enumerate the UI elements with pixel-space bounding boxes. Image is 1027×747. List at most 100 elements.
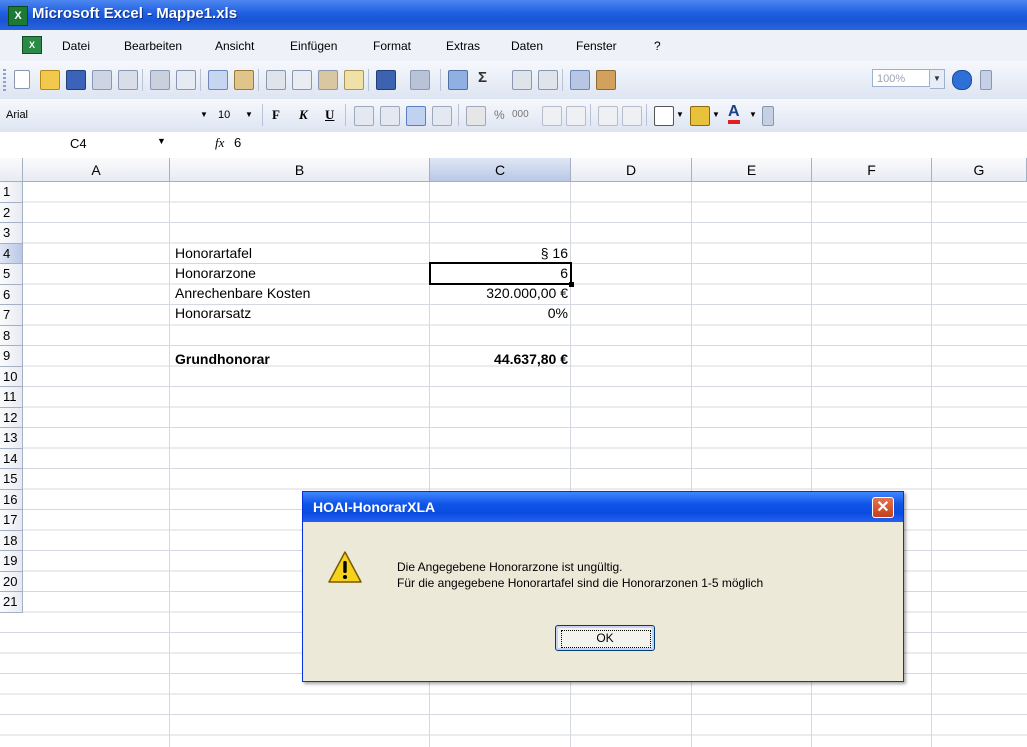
ok-button[interactable]: OK: [555, 625, 655, 651]
autosum-icon[interactable]: Σ: [478, 69, 487, 86]
name-box[interactable]: C4: [70, 136, 87, 151]
cell-c3[interactable]: § 16: [434, 245, 568, 261]
row-header-2[interactable]: 2: [0, 202, 23, 223]
zoom-select[interactable]: 100%: [872, 69, 930, 87]
chart-wizard-icon[interactable]: [570, 70, 590, 90]
spelling-icon[interactable]: [208, 70, 228, 90]
merge-center-icon[interactable]: [432, 106, 452, 126]
cell-c5[interactable]: 320.000,00 €: [434, 285, 568, 301]
row-header-20[interactable]: 20: [0, 571, 23, 592]
row-header-18[interactable]: 18: [0, 530, 23, 551]
row-header-13[interactable]: 13: [0, 428, 23, 449]
menu-einfuegen[interactable]: Einfügen: [290, 39, 337, 53]
row-header-14[interactable]: 14: [0, 448, 23, 469]
font-size-select[interactable]: 10: [218, 105, 240, 125]
menu-fenster[interactable]: Fenster: [576, 39, 617, 53]
sort-ascending-icon[interactable]: [512, 70, 532, 90]
title-bar[interactable]: X Microsoft Excel - Mappe1.xls: [0, 0, 1027, 30]
toolbar-grip[interactable]: [3, 69, 6, 91]
menu-help[interactable]: ?: [654, 39, 661, 53]
column-header-e[interactable]: E: [692, 158, 812, 182]
row-header-10[interactable]: 10: [0, 366, 23, 387]
paste-icon[interactable]: [318, 70, 338, 90]
toolbar-options-icon[interactable]: [762, 106, 774, 126]
increase-indent-icon[interactable]: [622, 106, 642, 126]
chevron-down-icon[interactable]: ▼: [749, 110, 757, 119]
row-header-5[interactable]: 5: [0, 264, 23, 285]
select-all-corner[interactable]: [0, 158, 23, 182]
copy-icon[interactable]: [292, 70, 312, 90]
decrease-indent-icon[interactable]: [598, 106, 618, 126]
dialog-title-bar[interactable]: HOAI-HonorarXLA ✕: [303, 492, 903, 522]
row-header-16[interactable]: 16: [0, 489, 23, 510]
fill-handle[interactable]: [569, 282, 574, 287]
row-header-12[interactable]: 12: [0, 407, 23, 428]
decrease-decimal-icon[interactable]: [566, 106, 586, 126]
cell-b8[interactable]: Grundhonorar: [175, 351, 270, 367]
column-header-d[interactable]: D: [571, 158, 692, 182]
borders-icon[interactable]: [654, 106, 674, 126]
cell-b4[interactable]: Honorarzone: [175, 265, 256, 281]
new-icon[interactable]: [14, 70, 30, 89]
sort-descending-icon[interactable]: [538, 70, 558, 90]
chevron-down-icon[interactable]: ▼: [712, 110, 720, 119]
currency-icon[interactable]: [466, 106, 486, 126]
row-header-17[interactable]: 17: [0, 510, 23, 531]
cell-b6[interactable]: Honorarsatz: [175, 305, 251, 321]
align-right-icon[interactable]: [406, 106, 426, 126]
row-header-3[interactable]: 3: [0, 223, 23, 244]
redo-icon[interactable]: [410, 70, 430, 90]
column-header-c[interactable]: C: [430, 158, 571, 182]
drawing-icon[interactable]: [596, 70, 616, 90]
cell-b5[interactable]: Anrechenbare Kosten: [175, 285, 310, 301]
row-header-8[interactable]: 8: [0, 325, 23, 346]
cell-b3[interactable]: Honorartafel: [175, 245, 252, 261]
column-header-a[interactable]: A: [23, 158, 170, 182]
underline-button[interactable]: U: [325, 107, 334, 123]
row-header-7[interactable]: 7: [0, 305, 23, 326]
print-preview-icon[interactable]: [176, 70, 196, 90]
insert-function-icon[interactable]: fx: [215, 135, 224, 151]
row-header-11[interactable]: 11: [0, 387, 23, 408]
open-icon[interactable]: [40, 70, 60, 90]
fill-color-icon[interactable]: [690, 106, 710, 126]
chevron-down-icon[interactable]: ▼: [930, 69, 945, 89]
help-icon[interactable]: [952, 70, 972, 90]
undo-icon[interactable]: [376, 70, 396, 90]
cell-c8[interactable]: 44.637,80 €: [434, 351, 568, 367]
cell-c6[interactable]: 0%: [434, 305, 568, 321]
menu-ansicht[interactable]: Ansicht: [215, 39, 254, 53]
thousands-button[interactable]: 000: [512, 109, 529, 120]
row-header-1[interactable]: 1: [0, 182, 23, 203]
align-center-icon[interactable]: [380, 106, 400, 126]
italic-button[interactable]: K: [299, 107, 308, 123]
chevron-down-icon[interactable]: ▼: [200, 110, 208, 119]
menu-bearbeiten[interactable]: Bearbeiten: [124, 39, 182, 53]
print-icon[interactable]: [150, 70, 170, 90]
cut-icon[interactable]: [266, 70, 286, 90]
hyperlink-icon[interactable]: [448, 70, 468, 90]
cell-c4[interactable]: 6: [434, 265, 568, 281]
column-header-f[interactable]: F: [812, 158, 932, 182]
menu-datei[interactable]: Datei: [62, 39, 90, 53]
row-header-21[interactable]: 21: [0, 592, 23, 613]
toolbar-options-icon[interactable]: [980, 70, 992, 90]
percent-button[interactable]: %: [494, 108, 505, 122]
row-header-6[interactable]: 6: [0, 284, 23, 305]
column-header-g[interactable]: G: [932, 158, 1027, 182]
font-name-select[interactable]: Arial: [0, 105, 185, 125]
row-header-4[interactable]: 4: [0, 243, 23, 264]
menu-daten[interactable]: Daten: [511, 39, 543, 53]
format-painter-icon[interactable]: [344, 70, 364, 90]
email-icon[interactable]: [118, 70, 138, 90]
row-header-19[interactable]: 19: [0, 551, 23, 572]
workbook-icon[interactable]: X: [22, 36, 42, 54]
close-icon[interactable]: ✕: [872, 497, 894, 518]
chevron-down-icon[interactable]: ▼: [676, 110, 684, 119]
increase-decimal-icon[interactable]: [542, 106, 562, 126]
save-icon[interactable]: [66, 70, 86, 90]
row-header-15[interactable]: 15: [0, 469, 23, 490]
menu-extras[interactable]: Extras: [446, 39, 480, 53]
excel-app-icon[interactable]: X: [8, 6, 28, 26]
permission-icon[interactable]: [92, 70, 112, 90]
